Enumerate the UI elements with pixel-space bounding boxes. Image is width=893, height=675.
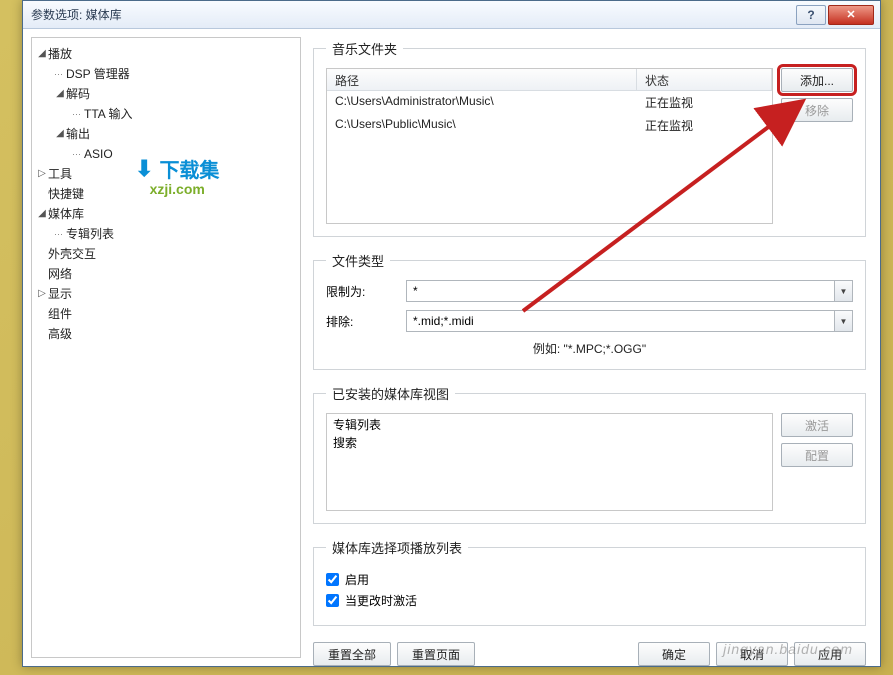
file-types-legend: 文件类型 <box>326 251 390 270</box>
activate-on-change-row[interactable]: 当更改时激活 <box>326 592 853 609</box>
preferences-window: 参数选项: 媒体库 ◢播放 ⋯DSP 管理器 ◢解码 ⋯TTA 输入 ◢输出 ⋯… <box>22 0 881 667</box>
add-folder-button[interactable]: 添加... <box>781 68 853 92</box>
reset-page-button[interactable]: 重置页面 <box>397 642 475 666</box>
music-folders-legend: 音乐文件夹 <box>326 39 403 58</box>
list-item[interactable]: C:\Users\Public\Music\ 正在监视 <box>327 114 772 137</box>
enable-checkbox-row[interactable]: 启用 <box>326 571 853 588</box>
activate-view-button[interactable]: 激活 <box>781 413 853 437</box>
configure-view-button[interactable]: 配置 <box>781 443 853 467</box>
limit-input[interactable] <box>406 280 853 302</box>
category-tree[interactable]: ◢播放 ⋯DSP 管理器 ◢解码 ⋯TTA 输入 ◢输出 ⋯ASIO ▷工具 快… <box>31 37 301 658</box>
collapse-icon: ◢ <box>36 45 48 63</box>
tree-node-playback[interactable]: ◢播放 <box>36 44 296 64</box>
close-button[interactable] <box>828 5 874 25</box>
column-header-state[interactable]: 状态 <box>637 69 772 90</box>
collapse-icon: ◢ <box>36 205 48 223</box>
collapse-icon: ◢ <box>54 85 66 103</box>
help-button[interactable] <box>796 5 826 25</box>
expand-icon: ▷ <box>36 285 48 303</box>
titlebar[interactable]: 参数选项: 媒体库 <box>23 1 880 29</box>
installed-views-legend: 已安装的媒体库视图 <box>326 384 455 403</box>
tree-node-advanced[interactable]: 高级 <box>36 324 296 344</box>
enable-label: 启用 <box>345 571 369 588</box>
music-folders-list[interactable]: 路径 状态 C:\Users\Administrator\Music\ 正在监视… <box>326 68 773 224</box>
exclude-input[interactable] <box>406 310 853 332</box>
activate-on-change-label: 当更改时激活 <box>345 592 417 609</box>
activate-on-change-checkbox[interactable] <box>326 594 339 607</box>
tree-node-album-list[interactable]: ⋯专辑列表 <box>36 224 296 244</box>
list-item[interactable]: 专辑列表 <box>333 416 766 434</box>
tree-node-network[interactable]: 网络 <box>36 264 296 284</box>
file-types-group: 文件类型 限制为: ▼ 排除: ▼ 例如: "*.MPC;*.OGG" <box>313 251 866 370</box>
tree-node-tta[interactable]: ⋯TTA 输入 <box>36 104 296 124</box>
selection-playlist-group: 媒体库选择项播放列表 启用 当更改时激活 <box>313 538 866 626</box>
list-item[interactable]: C:\Users\Administrator\Music\ 正在监视 <box>327 91 772 114</box>
exclude-combo[interactable]: ▼ <box>406 310 853 332</box>
footer-watermark: jingyan.baidu.com <box>723 641 853 657</box>
column-header-path[interactable]: 路径 <box>327 69 637 90</box>
selection-playlist-legend: 媒体库选择项播放列表 <box>326 538 468 557</box>
tree-node-shortcuts[interactable]: 快捷键 <box>36 184 296 204</box>
exclude-label: 排除: <box>326 313 406 330</box>
tree-node-components[interactable]: 组件 <box>36 304 296 324</box>
limit-label: 限制为: <box>326 283 406 300</box>
enable-checkbox[interactable] <box>326 573 339 586</box>
tree-node-decode[interactable]: ◢解码 <box>36 84 296 104</box>
example-text: 例如: "*.MPC;*.OGG" <box>326 340 853 357</box>
list-item[interactable]: 搜索 <box>333 434 766 452</box>
tree-node-output[interactable]: ◢输出 <box>36 124 296 144</box>
tree-node-display[interactable]: ▷显示 <box>36 284 296 304</box>
collapse-icon: ◢ <box>54 125 66 143</box>
tree-node-media-library[interactable]: ◢媒体库 <box>36 204 296 224</box>
tree-node-asio[interactable]: ⋯ASIO <box>36 144 296 164</box>
chevron-down-icon[interactable]: ▼ <box>834 281 852 301</box>
views-list[interactable]: 专辑列表 搜索 <box>326 413 773 511</box>
installed-views-group: 已安装的媒体库视图 专辑列表 搜索 激活 配置 <box>313 384 866 524</box>
limit-combo[interactable]: ▼ <box>406 280 853 302</box>
ok-button[interactable]: 确定 <box>638 642 710 666</box>
chevron-down-icon[interactable]: ▼ <box>834 311 852 331</box>
expand-icon: ▷ <box>36 165 48 183</box>
tree-node-dsp[interactable]: ⋯DSP 管理器 <box>36 64 296 84</box>
window-title: 参数选项: 媒体库 <box>31 6 122 23</box>
tree-node-tools[interactable]: ▷工具 <box>36 164 296 184</box>
music-folders-group: 音乐文件夹 路径 状态 C:\Users\Administrator\Music… <box>313 39 866 237</box>
tree-node-shell[interactable]: 外壳交互 <box>36 244 296 264</box>
reset-all-button[interactable]: 重置全部 <box>313 642 391 666</box>
remove-folder-button[interactable]: 移除 <box>781 98 853 122</box>
